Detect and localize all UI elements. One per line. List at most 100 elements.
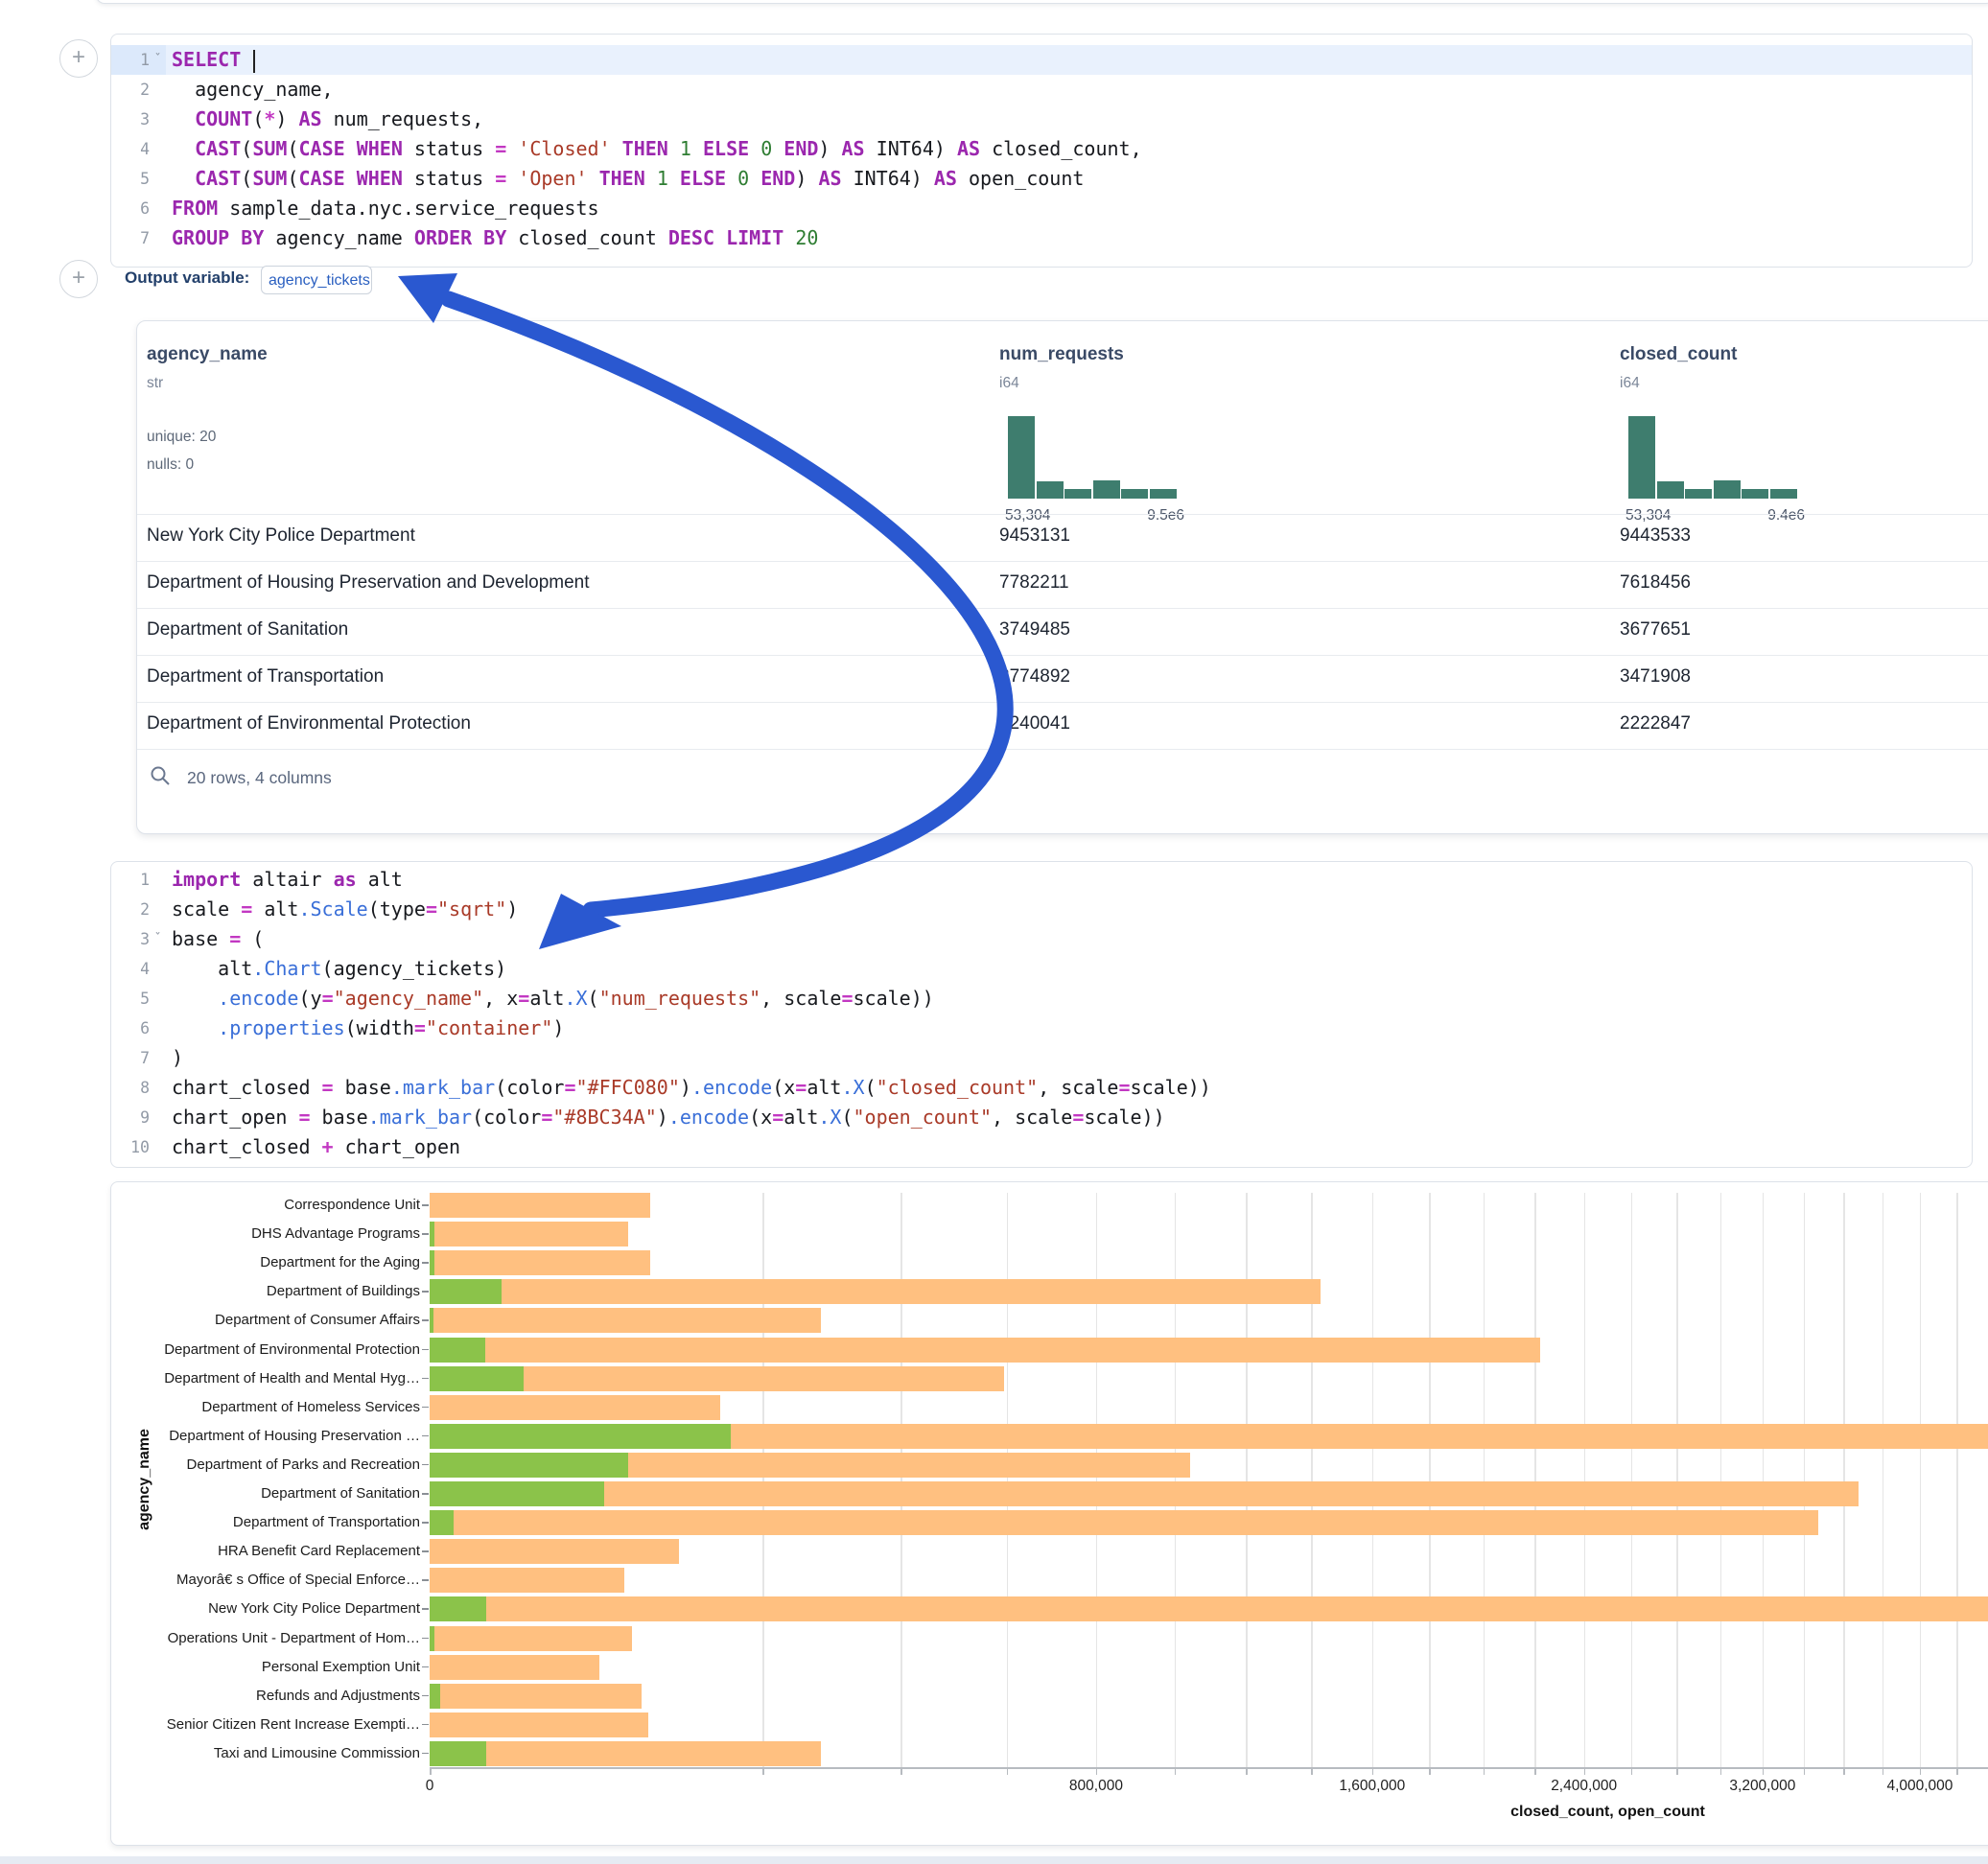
sql-code-cell[interactable]: 1ˇSELECT 2 agency_name,3 COUNT(*) AS num… xyxy=(110,34,1973,268)
add-cell-button-top[interactable]: + xyxy=(59,39,98,78)
python-line-8[interactable]: 8 chart_closed = base.mark_bar(color="#FF… xyxy=(111,1073,1972,1103)
sql-line-3[interactable]: 3 COUNT(*) AS num_requests, xyxy=(111,105,1972,134)
table-footer: 20 rows, 4 columns xyxy=(187,768,332,788)
fold-spacer xyxy=(150,134,166,164)
code-text: CAST(SUM(CASE WHEN status = 'Open' THEN … xyxy=(172,164,1084,194)
query-results-table: agency_namestrunique: 20nulls: 0num_requ… xyxy=(136,320,1988,834)
table-row-agency-name: Department of Housing Preservation and D… xyxy=(147,572,590,594)
line-number: 6 xyxy=(111,1014,150,1043)
table-row-agency-name: Department of Sanitation xyxy=(147,619,348,641)
python-line-5[interactable]: 5 .encode(y="agency_name", x=alt.X("num_… xyxy=(111,984,1972,1014)
line-number: 4 xyxy=(111,954,150,984)
fold-spacer xyxy=(150,865,166,895)
table-row-num-requests: 7782211 xyxy=(999,572,1069,594)
add-cell-button-middle[interactable]: + xyxy=(59,260,98,298)
previous-cell-edge xyxy=(96,0,1988,4)
histogram-min-label: 53,304 xyxy=(1005,507,1050,524)
line-number: 1 xyxy=(111,45,150,75)
fold-spacer xyxy=(150,1073,166,1103)
next-cell-boundary xyxy=(0,1856,1988,1864)
histogram-max-label: 9.5e6 xyxy=(1115,507,1184,524)
code-text: chart_closed + chart_open xyxy=(172,1132,460,1162)
histogram-bin xyxy=(1150,489,1177,499)
fold-spacer xyxy=(150,223,166,253)
fold-spacer xyxy=(150,1043,166,1073)
code-text: FROM sample_data.nyc.service_requests xyxy=(172,194,599,223)
line-number: 5 xyxy=(111,164,150,194)
fold-spacer xyxy=(150,954,166,984)
histogram-bin xyxy=(1093,480,1120,499)
fold-chevron-icon[interactable]: ˇ xyxy=(150,924,166,954)
python-line-1[interactable]: 1 import altair as alt xyxy=(111,865,1972,895)
row-separator xyxy=(137,749,1988,750)
histogram-bin xyxy=(1008,416,1035,499)
histogram-max-label: 9.4e6 xyxy=(1736,507,1805,524)
table-row-num-requests: 2240041 xyxy=(999,713,1070,734)
code-text: scale = alt.Scale(type="sqrt") xyxy=(172,895,518,924)
fold-chevron-icon[interactable]: ˇ xyxy=(150,45,166,75)
column-stat: nulls: 0 xyxy=(147,456,194,474)
fold-spacer xyxy=(150,1132,166,1162)
fold-spacer xyxy=(150,984,166,1014)
line-number: 10 xyxy=(111,1132,150,1162)
sql-line-4[interactable]: 4 CAST(SUM(CASE WHEN status = 'Closed' T… xyxy=(111,134,1972,164)
sql-line-5[interactable]: 5 CAST(SUM(CASE WHEN status = 'Open' THE… xyxy=(111,164,1972,194)
table-row-agency-name: Department of Environmental Protection xyxy=(147,713,471,734)
table-row-agency-name: Department of Transportation xyxy=(147,666,384,687)
line-number: 2 xyxy=(111,895,150,924)
code-text: .properties(width="container") xyxy=(172,1014,564,1043)
table-row-num-requests: 9453131 xyxy=(999,525,1070,547)
line-number: 5 xyxy=(111,984,150,1014)
python-line-10[interactable]: 10 chart_closed + chart_open xyxy=(111,1132,1972,1162)
python-code-cell[interactable]: 1 import altair as alt 2 scale = alt.Scale(… xyxy=(110,861,1973,1168)
line-number: 9 xyxy=(111,1103,150,1132)
fold-spacer xyxy=(150,75,166,105)
code-text: CAST(SUM(CASE WHEN status = 'Closed' THE… xyxy=(172,134,1142,164)
sql-line-2[interactable]: 2 agency_name, xyxy=(111,75,1972,105)
output-variable-chip[interactable]: agency_tickets xyxy=(261,266,372,294)
search-icon[interactable] xyxy=(149,764,172,787)
table-row-closed-count: 3471908 xyxy=(1620,666,1691,687)
fold-spacer xyxy=(150,164,166,194)
sql-line-7[interactable]: 7 GROUP BY agency_name ORDER BY closed_co… xyxy=(111,223,1972,253)
code-text: import altair as alt xyxy=(172,865,403,895)
python-line-9[interactable]: 9chart_open = base.mark_bar(color="#8BC3… xyxy=(111,1103,1972,1132)
histogram-bin xyxy=(1064,489,1091,499)
table-row-closed-count: 3677651 xyxy=(1620,619,1691,641)
fold-spacer xyxy=(150,194,166,223)
sql-line-1[interactable]: 1ˇSELECT xyxy=(111,45,1972,75)
code-text: chart_closed = base.mark_bar(color="#FFC… xyxy=(172,1073,1211,1103)
fold-spacer xyxy=(150,1014,166,1043)
python-line-7[interactable]: 7) xyxy=(111,1043,1972,1073)
code-text: SELECT xyxy=(172,45,255,75)
column-type-agency_name: str xyxy=(147,375,163,392)
python-line-2[interactable]: 2 scale = alt.Scale(type="sqrt") xyxy=(111,895,1972,924)
row-separator xyxy=(137,514,1988,515)
fold-spacer xyxy=(150,1103,166,1132)
sql-line-6[interactable]: 6FROM sample_data.nyc.service_requests xyxy=(111,194,1972,223)
code-text: GROUP BY agency_name ORDER BY closed_cou… xyxy=(172,223,818,253)
fold-spacer xyxy=(150,895,166,924)
table-row-closed-count: 2222847 xyxy=(1620,713,1691,734)
row-separator xyxy=(137,608,1988,609)
row-separator xyxy=(137,702,1988,703)
histogram-bin xyxy=(1121,489,1148,499)
table-row-num-requests: 3774892 xyxy=(999,666,1070,687)
python-line-6[interactable]: 6 .properties(width="container") xyxy=(111,1014,1972,1043)
code-text: COUNT(*) AS num_requests, xyxy=(172,105,483,134)
notebook-page: { "ui": { "add_cell_icon": "+", "output_… xyxy=(0,0,1988,1864)
line-number: 3 xyxy=(111,105,150,134)
code-text: ) xyxy=(172,1043,183,1073)
row-separator xyxy=(137,655,1988,656)
code-text: agency_name, xyxy=(172,75,334,105)
output-variable-label: Output variable: xyxy=(125,268,249,288)
line-number: 8 xyxy=(111,1073,150,1103)
python-line-3[interactable]: 3ˇbase = ( xyxy=(111,924,1972,954)
line-number: 7 xyxy=(111,223,150,253)
histogram-bin xyxy=(1770,489,1797,499)
table-row-agency-name: New York City Police Department xyxy=(147,525,415,547)
histogram-bin xyxy=(1714,480,1741,499)
python-line-4[interactable]: 4 alt.Chart(agency_tickets) xyxy=(111,954,1972,984)
line-number: 3 xyxy=(111,924,150,954)
line-number: 1 xyxy=(111,865,150,895)
